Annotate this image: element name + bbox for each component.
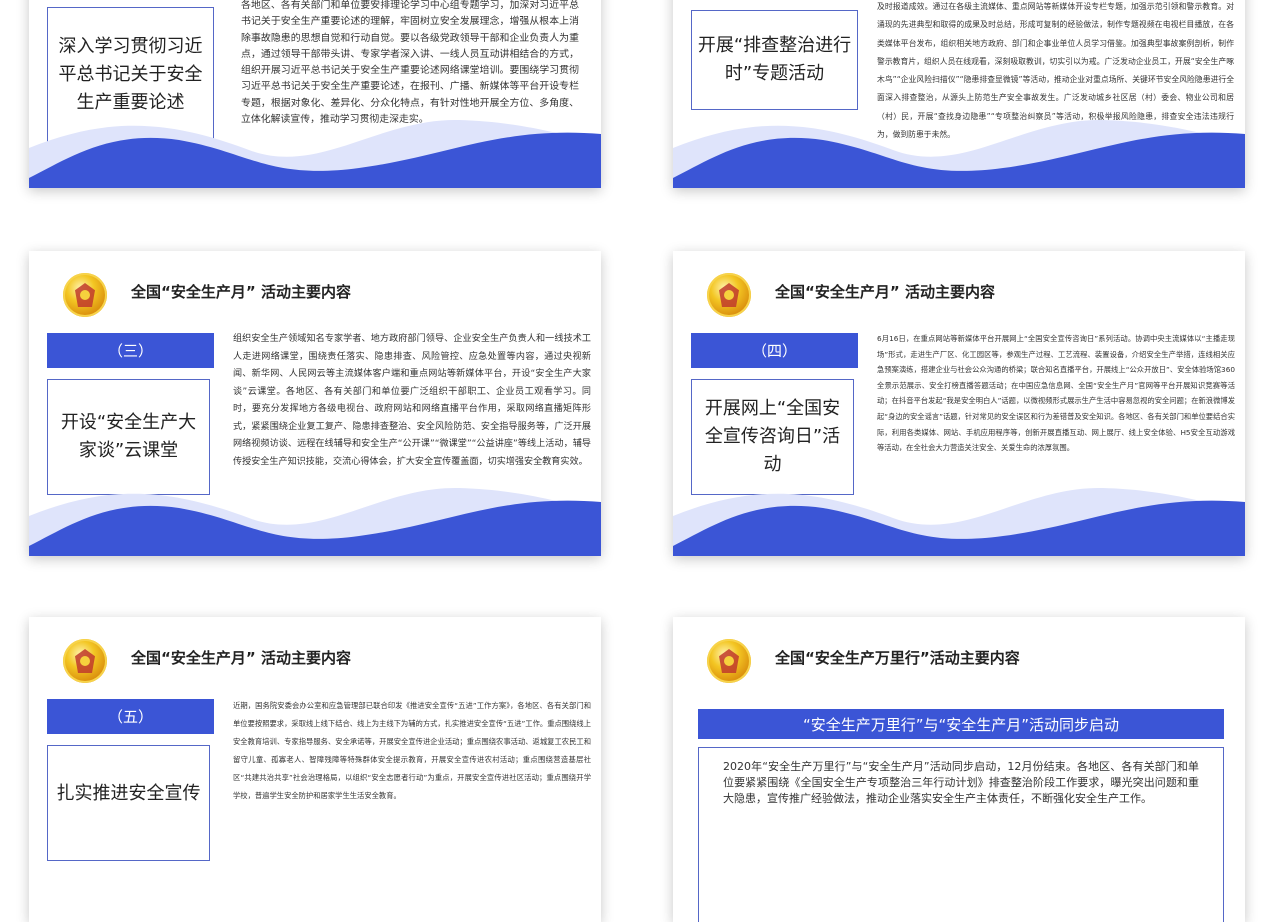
slide-title: 全国“安全生产月” 活动主要内容 [775, 283, 995, 301]
slide-3[interactable]: 全国“安全生产月” 活动主要内容 （三） 开设“安全生产大家谈”云课堂 组织安全… [29, 251, 601, 556]
bottom-wave [29, 487, 601, 556]
bottom-wave [673, 487, 1245, 556]
topic-text: 扎实推进安全宣传 [56, 783, 201, 804]
safety-emblem-logo [63, 639, 107, 683]
slide-5[interactable]: 全国“安全生产月” 活动主要内容 （五） 扎实推进安全宣传 近期，国务院安委会办… [29, 617, 601, 922]
topic-box: 开展“排查整治进行时”专题活动 [691, 10, 858, 110]
topic-text: 开展“排查整治进行时”专题活动 [697, 35, 852, 84]
body-text: 各地区、各有关部门和单位要安排理论学习中心组专题学习，加深对习近平总书记关于安全… [241, 0, 579, 126]
section-heading-bar: “安全生产万里行”与“安全生产月”活动同步启动 [698, 709, 1224, 739]
section-number-bar: （五） [47, 699, 214, 734]
section-number-bar: （四） [691, 333, 858, 368]
body-text: 及时报道成效。通过在各级主流媒体、重点网站等新媒体开设专栏专题，加强示范引领和警… [877, 2, 1234, 140]
slide-4[interactable]: 全国“安全生产月” 活动主要内容 （四） 开展网上“全国安全宣传咨询日”活动 6… [673, 251, 1245, 556]
topic-text: 深入学习贯彻习近平总书记关于安全生产重要论述 [58, 36, 203, 113]
slide-title: 全国“安全生产月” 活动主要内容 [131, 649, 351, 667]
slide-title: 全国“安全生产万里行”活动主要内容 [775, 649, 1020, 667]
topic-text: 开展网上“全国安全宣传咨询日”活动 [704, 398, 841, 475]
safety-emblem-logo [707, 639, 751, 683]
topic-text: 开设“安全生产大家谈”云课堂 [60, 412, 197, 461]
slide-6[interactable]: 全国“安全生产万里行”活动主要内容 “安全生产万里行”与“安全生产月”活动同步启… [673, 617, 1245, 922]
safety-emblem-logo [707, 273, 751, 317]
body-text: 近期，国务院安委会办公室和应急管理部已联合印发《推进安全宣传“五进”工作方案》，… [233, 701, 591, 801]
body-text: 组织安全生产领域知名专家学者、地方政府部门领导、企业安全生产负责人和一线技术工人… [233, 334, 591, 467]
body-text: 6月16日，在重点网站等新媒体平台开展网上“全国安全宣传咨询日”系列活动。协调中… [877, 334, 1235, 453]
slide-title: 全国“安全生产月” 活动主要内容 [131, 283, 351, 301]
topic-box: 扎实推进安全宣传 [47, 745, 210, 861]
slide-2[interactable]: 开展“排查整治进行时”专题活动 及时报道成效。通过在各级主流媒体、重点网站等新媒… [673, 0, 1245, 188]
section-number-bar: （三） [47, 333, 214, 368]
slide-1[interactable]: 深入学习贯彻习近平总书记关于安全生产重要论述 各地区、各有关部门和单位要安排理论… [29, 0, 601, 188]
safety-emblem-logo [63, 273, 107, 317]
